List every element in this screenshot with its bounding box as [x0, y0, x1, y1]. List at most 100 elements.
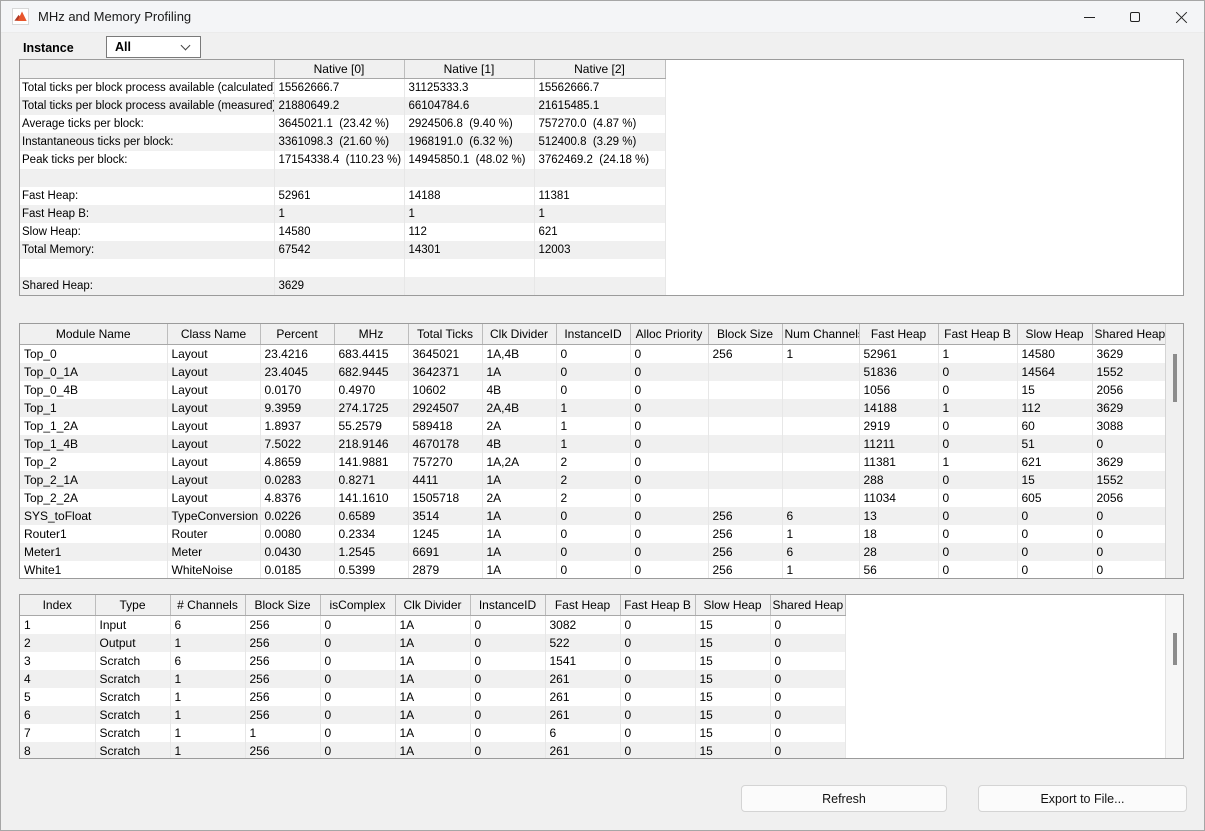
- cell: Average ticks per block:: [20, 115, 274, 133]
- cell: 261: [545, 706, 620, 724]
- cell: 0: [470, 706, 545, 724]
- cell: 0: [470, 634, 545, 652]
- column-header: Fast Heap: [859, 324, 938, 344]
- cell: 0.6589: [334, 507, 408, 525]
- scrollbar-thumb[interactable]: [1173, 633, 1177, 665]
- cell: 0: [470, 724, 545, 742]
- cell: 55.2579: [334, 417, 408, 435]
- export-to-file-button[interactable]: Export to File...: [978, 785, 1187, 812]
- matlab-logo-icon: [12, 8, 29, 25]
- cell: 3629: [274, 277, 404, 295]
- scrollbar-thumb[interactable]: [1173, 354, 1177, 402]
- refresh-button[interactable]: Refresh: [741, 785, 947, 812]
- cell: 0: [556, 381, 630, 399]
- table-row[interactable]: 1Input625601A030820150: [20, 615, 845, 634]
- cell: [534, 277, 665, 295]
- instance-dropdown[interactable]: All: [106, 36, 201, 58]
- table-row[interactable]: Top_0Layout23.4216683.441536450211A,4B00…: [20, 344, 1165, 363]
- title-bar: MHz and Memory Profiling: [1, 1, 1204, 33]
- column-header: Slow Heap: [1017, 324, 1092, 344]
- table-row[interactable]: Top_1_2ALayout1.893755.25795894182A10291…: [20, 417, 1165, 435]
- cell: 256: [245, 670, 320, 688]
- cell: 1A: [395, 670, 470, 688]
- cell: 0: [938, 489, 1017, 507]
- table-row[interactable]: 3Scratch625601A015410150: [20, 652, 845, 670]
- table-row[interactable]: White1WhiteNoise0.01850.539928791A002561…: [20, 561, 1165, 579]
- buffer-table-scrollbar[interactable]: [1165, 595, 1183, 758]
- maximize-button[interactable]: [1112, 1, 1158, 33]
- cell: [404, 259, 534, 277]
- table-row[interactable]: Top_0_1ALayout23.4045682.944536423711A00…: [20, 363, 1165, 381]
- column-header: Num Channels: [782, 324, 859, 344]
- table-row[interactable]: SYS_toFloatTypeConversion0.02260.6589351…: [20, 507, 1165, 525]
- table-row[interactable]: 7Scratch1101A060150: [20, 724, 845, 742]
- cell: 14945850.1 (48.02 %): [404, 151, 534, 169]
- minimize-button[interactable]: [1066, 1, 1112, 33]
- column-header: Block Size: [708, 324, 782, 344]
- table-row[interactable]: Router1Router0.00800.233412451A002561180…: [20, 525, 1165, 543]
- cell: 6: [782, 507, 859, 525]
- cell: 1: [274, 205, 404, 223]
- table-row[interactable]: 2Output125601A05220150: [20, 634, 845, 652]
- table-row[interactable]: Top_2_2ALayout4.8376141.161015057182A201…: [20, 489, 1165, 507]
- cell: [708, 453, 782, 471]
- cell: [20, 169, 274, 187]
- cell: 0.0283: [260, 471, 334, 489]
- table-row[interactable]: 6Scratch125601A02610150: [20, 706, 845, 724]
- table-row[interactable]: Top_2_1ALayout0.02830.827144111A20288015…: [20, 471, 1165, 489]
- column-header: Alloc Priority: [630, 324, 708, 344]
- table-row[interactable]: Top_2Layout4.8659141.98817572701A,2A2011…: [20, 453, 1165, 471]
- cell: 0: [630, 344, 708, 363]
- cell: Meter1: [20, 543, 167, 561]
- cell: 15: [1017, 471, 1092, 489]
- cell: 14580: [274, 223, 404, 241]
- table-row: Shared Heap:3629: [20, 277, 665, 295]
- cell: 0: [470, 670, 545, 688]
- cell: 1A: [482, 525, 556, 543]
- cell: 2A,4B: [482, 399, 556, 417]
- table-row[interactable]: Top_1_4BLayout7.5022218.914646701784B101…: [20, 435, 1165, 453]
- cell: 7: [20, 724, 95, 742]
- cell: [708, 417, 782, 435]
- table-row[interactable]: Top_1Layout9.3959274.172529245072A,4B101…: [20, 399, 1165, 417]
- cell: 218.9146: [334, 435, 408, 453]
- cell: 0: [938, 471, 1017, 489]
- cell: 0.4970: [334, 381, 408, 399]
- table-row[interactable]: 4Scratch125601A02610150: [20, 670, 845, 688]
- cell: Layout: [167, 381, 260, 399]
- header-row: Module NameClass NamePercentMHzTotal Tic…: [20, 324, 1165, 344]
- table-row: Fast Heap:529611418811381: [20, 187, 665, 205]
- cell: 0: [470, 615, 545, 634]
- table-row[interactable]: 8Scratch125601A02610150: [20, 742, 845, 760]
- cell: 66104784.6: [404, 97, 534, 115]
- cell: WhiteNoise: [167, 561, 260, 579]
- table-row: Instantaneous ticks per block:3361098.3 …: [20, 133, 665, 151]
- cell: 0: [630, 399, 708, 417]
- column-header: # Channels: [170, 595, 245, 615]
- buffer-table: IndexType# ChannelsBlock SizeisComplexCl…: [20, 595, 846, 759]
- cell: 0.0080: [260, 525, 334, 543]
- close-button[interactable]: [1158, 1, 1204, 33]
- cell: Scratch: [95, 742, 170, 760]
- cell: 256: [708, 525, 782, 543]
- cell: 112: [1017, 399, 1092, 417]
- cell: 0: [1017, 561, 1092, 579]
- table-row[interactable]: Meter1Meter0.04301.254566911A00256628000: [20, 543, 1165, 561]
- cell: 0.2334: [334, 525, 408, 543]
- cell: 21615485.1: [534, 97, 665, 115]
- cell: 0: [320, 742, 395, 760]
- cell: [404, 277, 534, 295]
- cell: 4.8376: [260, 489, 334, 507]
- module-table-scrollbar[interactable]: [1165, 324, 1183, 578]
- cell: 23.4216: [260, 344, 334, 363]
- cell: 0: [320, 706, 395, 724]
- cell: 256: [708, 507, 782, 525]
- table-row[interactable]: Top_0_4BLayout0.01700.4970106024B0010560…: [20, 381, 1165, 399]
- cell: 4B: [482, 381, 556, 399]
- cell: 0: [1017, 525, 1092, 543]
- cell: Peak ticks per block:: [20, 151, 274, 169]
- table-row[interactable]: 5Scratch125601A02610150: [20, 688, 845, 706]
- cell: 0: [630, 525, 708, 543]
- cell: 14188: [859, 399, 938, 417]
- cell: 0: [938, 381, 1017, 399]
